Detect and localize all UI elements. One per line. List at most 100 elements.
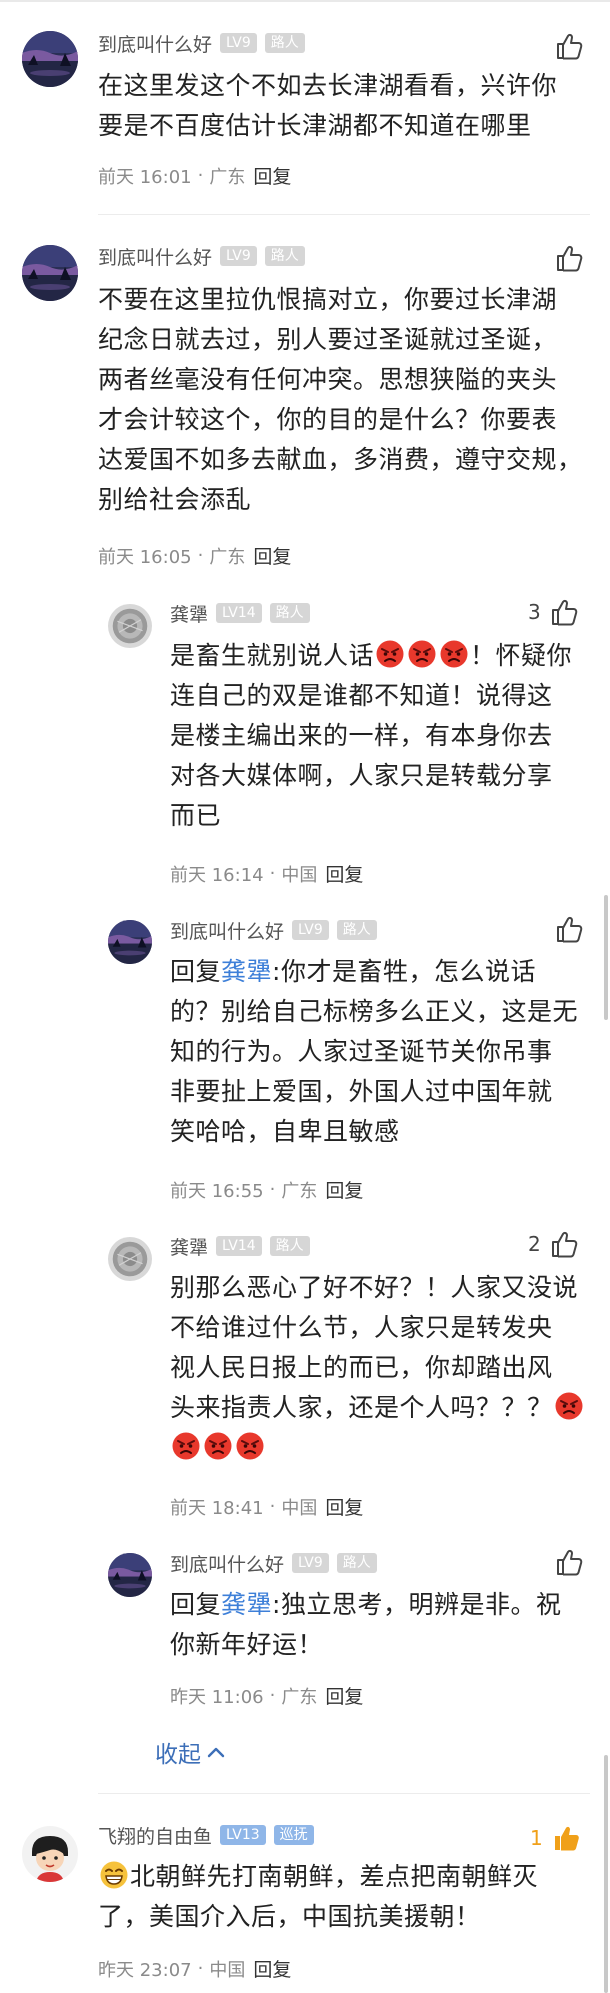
scrollbar-thumb[interactable] [604,1755,608,1993]
level-badge: LV13 [220,1825,266,1845]
location: 中国 [281,864,318,886]
angry-face-emoji [171,1431,201,1461]
like-button[interactable] [554,30,584,62]
comment-meta: 龚犟 LV14 路人 [170,1233,318,1259]
role-badge: 路人 [264,246,305,266]
angry-face-emoji [375,639,405,669]
comment-text: 别那么恶心了好不好？！人家又没说 不给谁过什么节，人家只是转发央 视人民日报上的… [170,1268,600,1468]
comment-text: 回复龚犟:你才是畜牲，怎么说话 的？别给自己标榜多么正义，这是无 知的行为。人家… [170,952,600,1152]
role-badge: 路人 [269,603,310,623]
username[interactable]: 龚犟 [170,600,208,627]
comment-meta: 到底叫什么好 LV9 路人 [170,1550,385,1576]
level-badge: LV9 [220,33,257,53]
comment-meta: 到底叫什么好 LV9 路人 [98,243,313,269]
collapse-replies-button[interactable]: 收起 [155,1735,225,1769]
reply-button[interactable]: 回复 [325,1493,363,1520]
like-button[interactable] [554,1546,584,1578]
username[interactable]: 到底叫什么好 [98,243,212,270]
like-button[interactable]: 2 [528,1228,579,1260]
reply-button[interactable]: 回复 [253,162,291,189]
level-badge: LV14 [216,1236,262,1256]
username[interactable]: 到底叫什么好 [98,30,212,57]
thumbs-up-icon [549,597,579,627]
grinning-emoji [99,1860,129,1890]
separator: · [197,165,204,186]
comment-text: 在这里发这个不如去长津湖看看，兴许你 要是不百度估计长津湖都不知道在哪里 [98,71,558,140]
text-part: 别那么恶心了好不好？！人家又没说 不给谁过什么节，人家只是转发央 视人民日报上的… [170,1273,579,1422]
thumbs-up-icon [549,1229,579,1259]
mention-link[interactable]: 龚犟 [221,957,272,986]
separator: · [269,1179,276,1200]
comment-meta: 到底叫什么好 LV9 路人 [98,30,313,56]
timestamp: 前天 16:01 [98,166,192,188]
separator: · [197,1958,204,1979]
angry-face-emoji [235,1431,265,1461]
chevron-up-icon [207,1747,225,1758]
comment-footer: 昨天 11:06 · 广东 回复 [170,1682,363,1709]
divider [98,1793,590,1794]
comment-text: 北朝鲜先打南朝鲜，差点把南朝鲜灭 了，美国介入后，中国抗美援朝！ [98,1857,598,1937]
angry-face-emoji [554,1391,584,1421]
thumbs-up-filled-icon [551,1823,581,1853]
comment-footer: 前天 16:14 · 中国 回复 [170,860,363,887]
avatar[interactable] [22,31,78,87]
timestamp: 昨天 11:06 [170,1686,264,1708]
comment-footer: 前天 16:05 · 广东 回复 [98,542,291,569]
comment-text: 是畜生就别说人话 ！怀疑你 连自己的双是谁都不知道！说得这 是楼主编出来的一样，有… [170,636,590,836]
username[interactable]: 到底叫什么好 [170,917,284,944]
comment-text: 回复龚犟:独立思考，明辨是非。祝 你新年好运！ [170,1585,600,1665]
like-count: 3 [528,600,541,624]
avatar[interactable] [22,245,78,301]
mention-link[interactable]: 龚犟 [221,1590,272,1619]
separator: · [269,1685,276,1706]
reply-button[interactable]: 回复 [253,542,291,569]
level-badge: LV9 [220,246,257,266]
reply-button[interactable]: 回复 [253,1955,291,1982]
reply-prefix: 回复 [170,957,222,986]
thumbs-up-icon [554,31,584,61]
comment-meta: 飞翔的自由鱼 LV13 巡抚 [98,1822,322,1848]
location: 广东 [209,166,246,188]
location: 广东 [281,1686,318,1708]
location: 中国 [281,1497,318,1519]
like-button[interactable]: 3 [528,596,579,628]
like-button[interactable] [554,242,584,274]
avatar[interactable] [108,1237,152,1281]
text-part: 北朝鲜先打南朝鲜，差点把南朝鲜灭 了，美国介入后，中国抗美援朝！ [98,1862,539,1931]
angry-face-emoji [407,639,437,669]
top-divider [0,0,610,2]
timestamp: 前天 16:14 [170,864,264,886]
separator: · [197,545,204,566]
like-count: 2 [528,1232,541,1256]
role-badge: 路人 [336,920,377,940]
comment-meta: 到底叫什么好 LV9 路人 [170,917,385,943]
scrollbar-thumb[interactable] [604,895,608,1020]
avatar[interactable] [108,920,152,964]
comment-footer: 昨天 23:07 · 中国 回复 [98,1955,291,1982]
avatar[interactable] [108,1553,152,1597]
reply-prefix: 回复 [170,1590,222,1619]
thumbs-up-icon [554,914,584,944]
like-button[interactable] [554,913,584,945]
location: 中国 [209,1959,246,1981]
like-button[interactable]: 1 [530,1822,581,1854]
comment-footer: 前天 18:41 · 中国 回复 [170,1493,363,1520]
angry-face-emoji [203,1431,233,1461]
reply-button[interactable]: 回复 [325,860,363,887]
role-badge: 路人 [269,1236,310,1256]
username[interactable]: 飞翔的自由鱼 [98,1822,212,1849]
avatar[interactable] [108,604,152,648]
separator: · [269,863,276,884]
reply-button[interactable]: 回复 [325,1176,363,1203]
text-part: 是畜生就别说人话 [170,641,375,670]
username[interactable]: 龚犟 [170,1233,208,1260]
level-badge: LV14 [216,603,262,623]
username[interactable]: 到底叫什么好 [170,1550,284,1577]
timestamp: 昨天 23:07 [98,1959,192,1981]
timestamp: 前天 18:41 [170,1497,264,1519]
avatar[interactable] [22,1826,78,1882]
reply-button[interactable]: 回复 [325,1682,363,1709]
comment-footer: 前天 16:01 · 广东 回复 [98,162,291,189]
like-count: 1 [530,1826,543,1850]
location: 广东 [209,546,246,568]
